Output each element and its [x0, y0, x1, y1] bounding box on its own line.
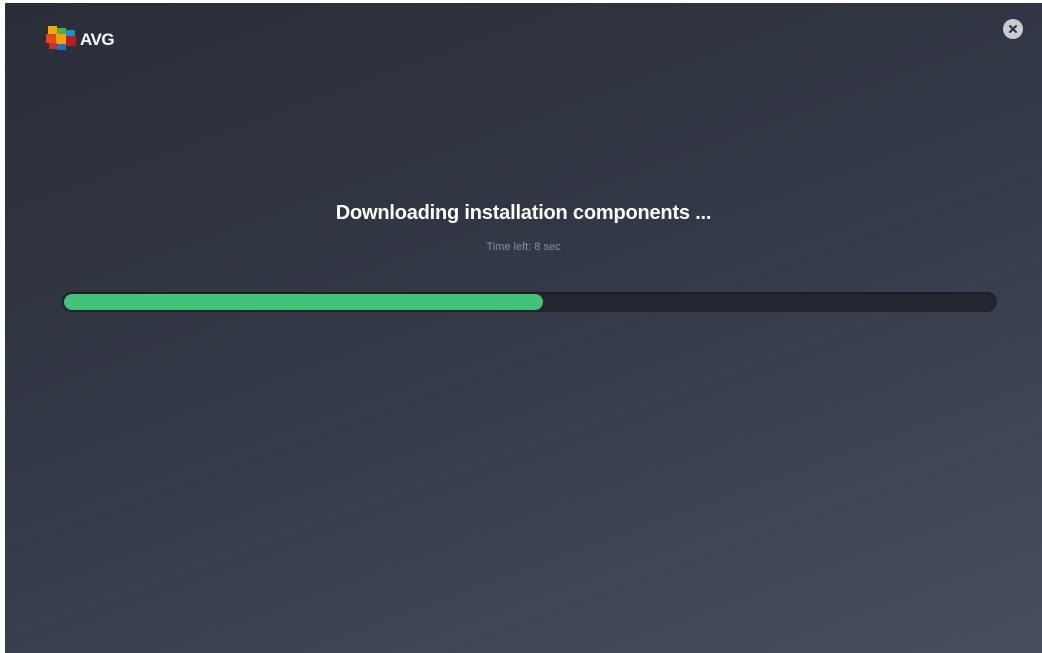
time-left-label: Time left: 8 sec	[486, 241, 561, 253]
progress-bar	[62, 292, 997, 312]
status-title: Downloading installation components ...	[335, 202, 712, 224]
installer-window: AVG Downloading installation components …	[5, 3, 1042, 653]
avg-logo: AVG	[45, 24, 115, 52]
avg-logo-mark	[45, 25, 79, 51]
progress-fill	[64, 294, 543, 310]
close-button[interactable]	[1003, 19, 1023, 39]
logo-text: AVG	[80, 29, 115, 49]
close-icon	[1009, 25, 1017, 33]
